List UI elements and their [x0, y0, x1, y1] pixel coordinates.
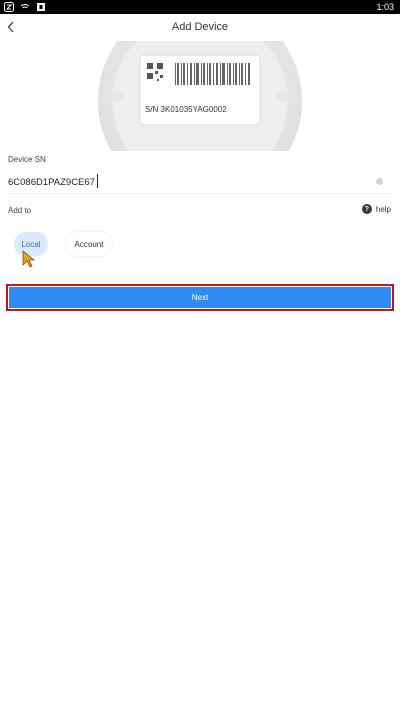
vpn-icon: [4, 2, 14, 12]
device-sn-input[interactable]: [8, 173, 383, 191]
status-time: 1:03: [376, 2, 394, 12]
status-bar: 1:03: [0, 0, 400, 14]
page-title: Add Device: [171, 21, 229, 33]
help-label: help: [375, 204, 391, 214]
help-icon: ?: [361, 204, 372, 214]
signal-icon: [20, 2, 30, 12]
app-icon: [36, 2, 46, 12]
device-illustration: S/N 3K01035YAG0002: [95, 41, 305, 151]
next-button[interactable]: Next: [9, 287, 391, 308]
mouse-cursor-icon: [22, 250, 36, 268]
app-header: Add Device: [0, 14, 400, 41]
device-sn-label: S/N 3K01035YAG0002: [145, 105, 227, 114]
text-caret: [97, 174, 98, 188]
divider: [8, 193, 392, 194]
option-account[interactable]: Account: [66, 232, 112, 256]
device-sn-heading: Device SN: [8, 155, 46, 164]
add-to-heading: Add to: [8, 206, 32, 215]
clear-input-icon[interactable]: [376, 178, 383, 185]
help-link[interactable]: ? help: [361, 204, 391, 214]
